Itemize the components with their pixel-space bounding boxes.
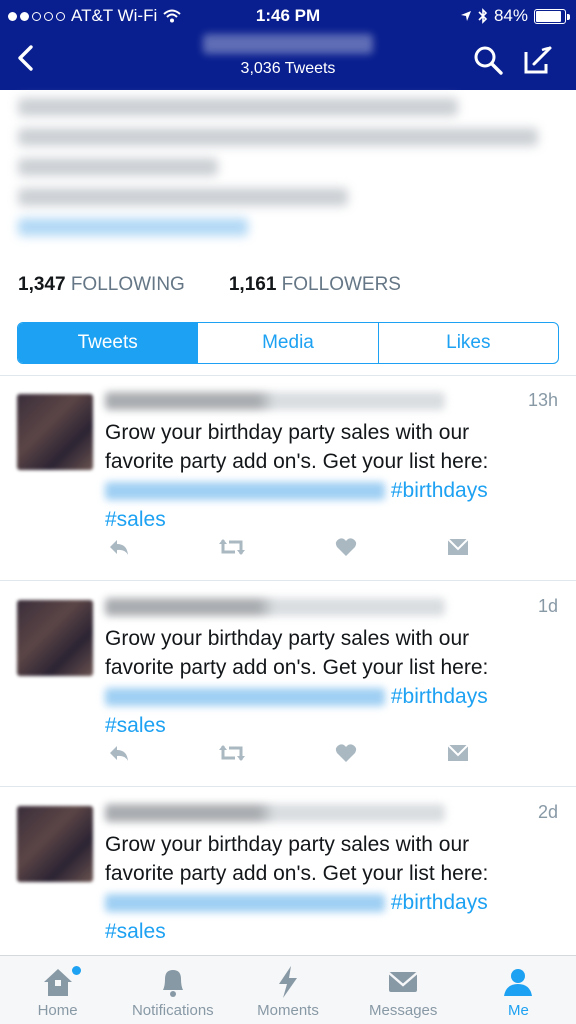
hashtag-link[interactable]: #sales <box>105 920 166 943</box>
tweet-actions <box>105 534 485 560</box>
tab-tweets[interactable]: Tweets <box>18 323 199 363</box>
tweet-link-redacted[interactable] <box>105 482 385 501</box>
hashtag-link[interactable]: #birthdays <box>391 891 488 914</box>
top-bar: AT&T Wi-Fi 1:46 PM 84% 3,036 Tweets <box>0 0 576 90</box>
bluetooth-icon <box>478 8 488 24</box>
tweet-timestamp: 13h <box>527 390 558 410</box>
like-button[interactable] <box>332 740 360 766</box>
tweet-author-redacted <box>105 392 445 410</box>
compose-icon <box>524 46 552 74</box>
avatar[interactable] <box>17 394 93 470</box>
heart-icon <box>335 538 357 556</box>
divider <box>0 786 576 787</box>
notification-dot <box>72 966 81 975</box>
retweet-button[interactable] <box>218 534 246 560</box>
tweet-author-redacted <box>105 804 445 822</box>
person-icon <box>504 969 533 996</box>
tab-media[interactable]: Media <box>198 323 379 363</box>
divider <box>0 580 576 581</box>
envelope-icon <box>447 744 469 761</box>
tweet-text: Grow your birthday party sales with our … <box>105 627 489 737</box>
hashtag-link[interactable]: #sales <box>105 508 166 531</box>
retweet-button[interactable] <box>218 740 246 766</box>
tab-messages[interactable]: Messages <box>346 956 461 1024</box>
tweet-author-redacted <box>105 598 445 616</box>
tweet-item[interactable]: 1d Grow your birthday party sales with o… <box>0 582 576 788</box>
tweet-link-redacted[interactable] <box>105 894 385 913</box>
search-button[interactable] <box>470 42 506 78</box>
heart-icon <box>335 744 357 762</box>
like-button[interactable] <box>332 534 360 560</box>
tab-me[interactable]: Me <box>461 956 576 1024</box>
reply-button[interactable] <box>105 534 133 560</box>
following-stat[interactable]: 1,347 FOLLOWING <box>18 274 185 296</box>
profile-name-redacted <box>203 34 373 54</box>
home-icon <box>43 969 72 996</box>
retweet-icon <box>219 745 245 761</box>
retweet-icon <box>219 539 245 555</box>
tweet-actions <box>105 740 485 766</box>
location-arrow-icon <box>460 11 471 21</box>
tab-notifications[interactable]: Notifications <box>115 956 230 1024</box>
search-icon <box>474 46 503 75</box>
envelope-icon <box>388 972 418 992</box>
tweet-text: Grow your birthday party sales with our … <box>105 833 489 943</box>
tweet-timestamp: 2d <box>537 802 558 822</box>
tweet-timestamp: 1d <box>537 596 558 616</box>
direct-message-button[interactable] <box>444 740 472 766</box>
reply-icon <box>110 746 128 761</box>
bottom-tab-bar: Home Notifications Moments Messages Me <box>0 955 576 1024</box>
direct-message-button[interactable] <box>444 534 472 560</box>
status-bar: AT&T Wi-Fi 1:46 PM 84% <box>0 0 576 32</box>
follow-stats: 1,347 FOLLOWING 1,161 FOLLOWERS <box>18 274 401 296</box>
tweet-item[interactable]: 2d Grow your birthday party sales with o… <box>0 788 576 954</box>
lightning-icon <box>279 966 297 998</box>
tab-likes[interactable]: Likes <box>379 323 558 363</box>
compose-button[interactable] <box>520 42 556 78</box>
tab-home[interactable]: Home <box>0 956 115 1024</box>
profile-bio-redacted <box>18 98 558 248</box>
battery-icon <box>534 8 570 24</box>
tweet-link-redacted[interactable] <box>105 688 385 707</box>
tweet-item[interactable]: 13h Grow your birthday party sales with … <box>0 376 576 582</box>
tweet-text: Grow your birthday party sales with our … <box>105 421 489 531</box>
hashtag-link[interactable]: #birthdays <box>391 685 488 708</box>
reply-button[interactable] <box>105 740 133 766</box>
bell-icon <box>162 970 183 997</box>
reply-icon <box>110 540 128 555</box>
profile-tabs: Tweets Media Likes <box>17 322 559 364</box>
hashtag-link[interactable]: #birthdays <box>391 479 488 502</box>
tab-moments[interactable]: Moments <box>230 956 345 1024</box>
followers-stat[interactable]: 1,161 FOLLOWERS <box>229 274 401 296</box>
battery-percent: 84% <box>493 6 528 25</box>
avatar[interactable] <box>17 600 93 676</box>
avatar[interactable] <box>17 806 93 882</box>
hashtag-link[interactable]: #sales <box>105 714 166 737</box>
envelope-icon <box>447 538 469 555</box>
